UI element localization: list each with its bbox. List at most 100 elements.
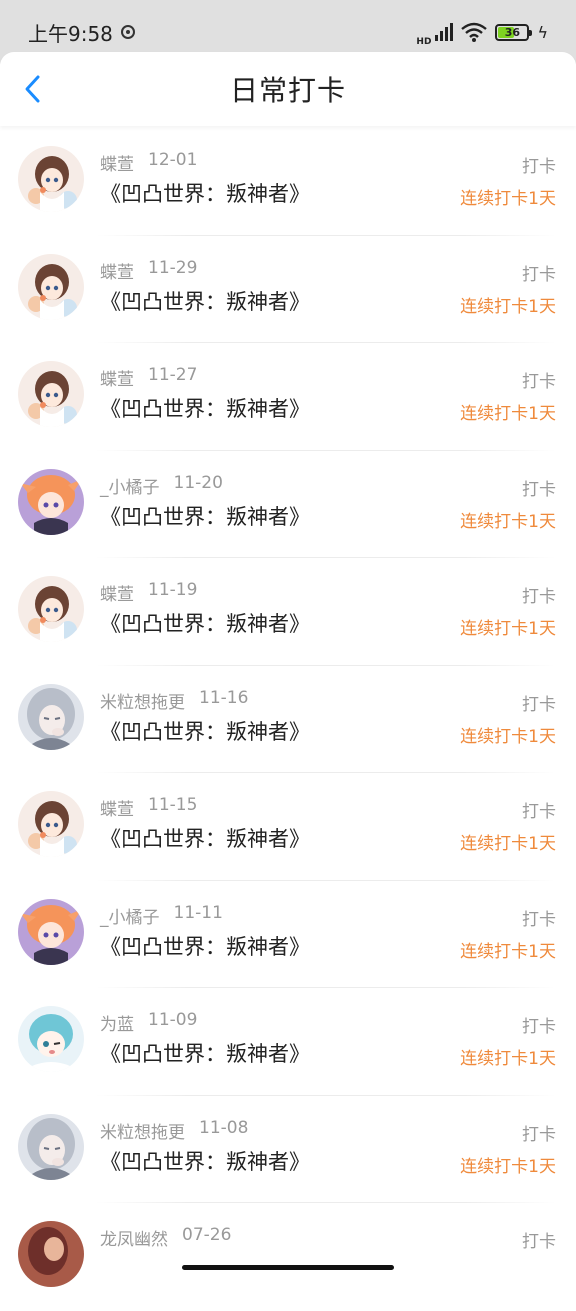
list-item[interactable]: 为蓝 11-09 《凹凸世界：叛神者》 打卡连续打卡1天 <box>0 988 576 1096</box>
item-meta: 米粒想拖更 11-08 <box>100 1118 248 1143</box>
checkin-date: 11-09 <box>148 1010 198 1030</box>
username[interactable]: _小橘子 <box>100 903 160 928</box>
item-meta: 蝶萱 11-27 <box>100 365 197 390</box>
list-item[interactable]: 蝶萱 11-29 《凹凸世界：叛神者》 打卡连续打卡1天 <box>0 236 576 343</box>
nav-bar: 日常打卡 <box>0 52 576 126</box>
gear-icon <box>120 25 135 39</box>
checkin-date: 11-20 <box>173 472 223 493</box>
item-meta: _小橘子 11-11 <box>100 903 223 928</box>
book-title[interactable]: 《凹凸世界：叛神者》 <box>100 608 310 638</box>
streak-label: 连续打卡1天 <box>460 404 556 424</box>
avatar-silver-hair[interactable] <box>18 1113 84 1180</box>
item-meta: 蝶萱 12-01 <box>100 150 197 175</box>
checkin-tag: 打卡 <box>522 587 556 607</box>
username[interactable]: 龙凤幽然 <box>100 1225 168 1250</box>
book-title[interactable]: 《凹凸世界：叛神者》 <box>100 393 310 423</box>
checkin-tag: 打卡 <box>522 1232 556 1252</box>
streak-label: 连续打卡1天 <box>460 511 556 532</box>
book-title[interactable]: 《凹凸世界：叛神者》 <box>100 716 310 746</box>
avatar-brown-hair-girl[interactable] <box>18 791 84 857</box>
checkin-date: 11-27 <box>148 365 198 385</box>
checkin-date: 12-01 <box>148 150 198 170</box>
back-button[interactable] <box>18 74 48 104</box>
list-item[interactable]: 龙凤幽然 07-26 打卡 <box>0 1203 576 1311</box>
checkin-tag: 打卡 <box>522 157 556 177</box>
chevron-left-icon <box>25 75 40 103</box>
item-meta: 米粒想拖更 11-16 <box>100 688 248 713</box>
username[interactable]: 蝶萱 <box>100 795 134 820</box>
streak-label: 连续打卡1天 <box>460 619 556 639</box>
checkin-tag: 打卡 <box>522 1124 556 1145</box>
avatar-brown-hair-girl[interactable] <box>18 146 84 212</box>
checkin-list: 蝶萱 12-01 《凹凸世界：叛神者》 打卡 连续打卡1天 蝶萱 11-29 《凹凸世界：叛神… <box>0 128 576 1311</box>
item-meta: 龙凤幽然 07-26 <box>100 1225 231 1250</box>
streak-label: 连续打卡1天 <box>460 941 556 962</box>
list-item[interactable]: _小橘子 11-20 《凹凸世界：叛神者》 打卡连续打卡1天 <box>0 451 576 558</box>
list-item[interactable]: 蝶萱 11-19 《凹凸世界：叛神者》 打卡连续打卡1天 <box>0 558 576 666</box>
username[interactable]: _小橘子 <box>100 473 160 498</box>
item-meta: _小橘子 11-20 <box>100 473 223 498</box>
checkin-tag: 打卡 <box>522 802 556 822</box>
checkin-tag: 打卡 <box>522 264 556 285</box>
checkin-date: 11-19 <box>148 580 198 600</box>
checkin-date: 11-15 <box>148 795 198 815</box>
status-time: 上午9:58 <box>28 21 113 46</box>
checkin-date: 11-11 <box>173 902 223 923</box>
home-indicator[interactable] <box>182 1265 394 1270</box>
username[interactable]: 蝶萱 <box>100 365 134 390</box>
list-item[interactable]: 蝶萱 11-27 《凹凸世界：叛神者》 打卡连续打卡1天 <box>0 343 576 451</box>
book-title[interactable]: 《凹凸世界：叛神者》 <box>100 823 310 853</box>
streak-label: 连续打卡1天 <box>460 189 556 209</box>
avatar-orange-hair[interactable] <box>18 468 84 535</box>
streak-label: 连续打卡1天 <box>460 726 556 747</box>
checkin-tag: 打卡 <box>522 694 556 715</box>
streak-label: 连续打卡1天 <box>460 834 556 854</box>
checkin-date: 11-29 <box>148 257 198 278</box>
charging-icon: ϟ <box>537 22 548 42</box>
page-title: 日常打卡 <box>229 74 346 107</box>
checkin-date: 11-16 <box>199 687 249 708</box>
username[interactable]: 为蓝 <box>100 1010 134 1035</box>
checkin-date: 11-08 <box>199 1117 249 1138</box>
list-item[interactable]: 米粒想拖更 11-16 《凹凸世界：叛神者》 打卡连续打卡1天 <box>0 666 576 773</box>
avatar-dark-portrait[interactable] <box>18 1221 84 1287</box>
checkin-tag: 打卡 <box>522 1017 556 1037</box>
signal-icon <box>435 23 454 41</box>
book-title[interactable]: 《凹凸世界：叛神者》 <box>100 931 310 961</box>
username[interactable]: 蝶萱 <box>100 150 134 175</box>
battery-icon: 36 <box>495 23 533 41</box>
list-item[interactable]: 米粒想拖更 11-08 《凹凸世界：叛神者》 打卡连续打卡1天 <box>0 1096 576 1203</box>
list-item[interactable]: 蝶萱 12-01 《凹凸世界：叛神者》 打卡连续打卡1天 <box>0 128 576 236</box>
book-title[interactable]: 《凹凸世界：叛神者》 <box>100 286 310 316</box>
item-meta: 蝶萱 11-15 <box>100 795 197 820</box>
username[interactable]: 蝶萱 <box>100 258 134 283</box>
book-title[interactable]: 《凹凸世界：叛神者》 <box>100 501 310 531</box>
item-meta: 为蓝 11-09 <box>100 1010 197 1035</box>
battery-level: 36 <box>504 25 521 39</box>
list-item[interactable]: 蝶萱 11-15 《凹凸世界：叛神者》 打卡连续打卡1天 <box>0 773 576 881</box>
checkin-tag: 打卡 <box>522 479 556 500</box>
wifi-icon <box>461 22 488 42</box>
avatar-brown-hair-girl[interactable] <box>18 361 84 427</box>
list-item[interactable]: _小橘子 11-11 《凹凸世界：叛神者》 打卡连续打卡1天 <box>0 881 576 988</box>
avatar-brown-hair-girl[interactable] <box>18 253 84 320</box>
avatar-orange-hair[interactable] <box>18 898 84 965</box>
streak-label: 连续打卡1天 <box>460 296 556 317</box>
hd-indicator: HD <box>416 37 432 47</box>
checkin-tag: 打卡 <box>522 909 556 930</box>
username[interactable]: 米粒想拖更 <box>100 688 185 713</box>
checkin-date: 07-26 <box>182 1225 232 1245</box>
username[interactable]: 蝶萱 <box>100 580 134 605</box>
avatar-silver-hair[interactable] <box>18 683 84 750</box>
streak-label: 连续打卡1天 <box>460 1049 556 1069</box>
checkin-tag: 打卡 <box>522 372 556 392</box>
streak-label: 连续打卡1天 <box>460 1156 556 1177</box>
book-title[interactable]: 《凹凸世界：叛神者》 <box>100 1038 310 1068</box>
book-title[interactable]: 《凹凸世界：叛神者》 <box>100 178 310 208</box>
avatar-blue-hair[interactable] <box>18 1006 84 1072</box>
item-meta: 蝶萱 11-29 <box>100 258 197 283</box>
avatar-brown-hair-girl[interactable] <box>18 576 84 642</box>
username[interactable]: 米粒想拖更 <box>100 1118 185 1143</box>
book-title[interactable]: 《凹凸世界：叛神者》 <box>100 1146 310 1176</box>
item-meta: 蝶萱 11-19 <box>100 580 197 605</box>
